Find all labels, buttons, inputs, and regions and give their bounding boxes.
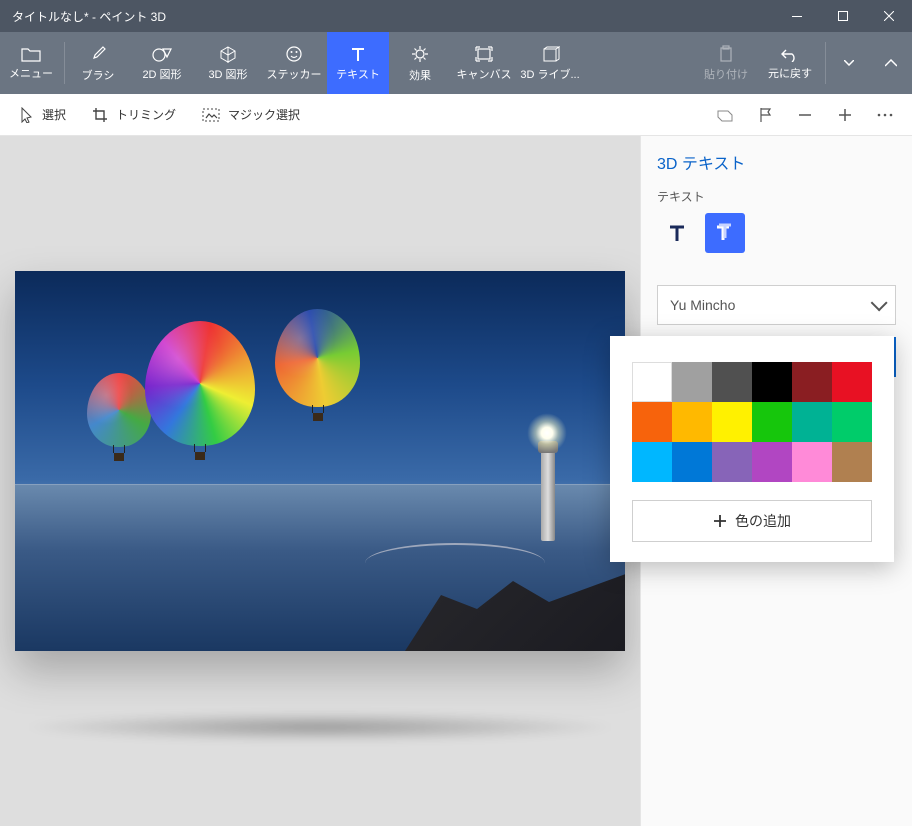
side-panel: 3D テキスト テキスト Yu Mincho 48 xyxy=(640,136,912,826)
color-swatch[interactable] xyxy=(792,442,832,482)
zoom-out-button[interactable] xyxy=(788,101,822,129)
flag-button[interactable] xyxy=(748,101,782,129)
color-swatch[interactable] xyxy=(672,362,712,402)
crop-icon xyxy=(92,107,108,123)
ribbon-label: ブラシ xyxy=(82,67,115,83)
select-tool[interactable]: 選択 xyxy=(10,102,76,127)
select-label: 選択 xyxy=(42,106,66,123)
color-swatch[interactable] xyxy=(752,402,792,442)
color-swatch-grid xyxy=(632,362,872,482)
color-swatch[interactable] xyxy=(712,362,752,402)
chevron-down-icon xyxy=(871,294,888,311)
ribbon-effects[interactable]: 効果 xyxy=(389,32,451,94)
text-2d-icon xyxy=(666,222,688,244)
ribbon-brushes[interactable]: ブラシ xyxy=(67,32,129,94)
color-swatch[interactable] xyxy=(832,362,872,402)
section-label-text: テキスト xyxy=(657,188,896,205)
more-button[interactable] xyxy=(868,101,902,129)
color-swatch[interactable] xyxy=(712,402,752,442)
brush-icon xyxy=(88,44,108,64)
magic-select-icon xyxy=(202,108,220,122)
color-swatch[interactable] xyxy=(832,402,872,442)
color-swatch[interactable] xyxy=(792,362,832,402)
color-swatch[interactable] xyxy=(632,442,672,482)
ribbon-paste: 貼り付け xyxy=(695,32,757,94)
magic-label: マジック選択 xyxy=(228,106,300,123)
plus-icon xyxy=(713,514,727,528)
paste-icon xyxy=(717,45,735,63)
ribbon-label: 3D ライブ... xyxy=(520,66,579,82)
color-swatch[interactable] xyxy=(752,442,792,482)
crop-tool[interactable]: トリミング xyxy=(82,102,186,127)
magic-select-tool[interactable]: マジック選択 xyxy=(192,102,310,127)
undo-icon xyxy=(780,46,800,62)
ribbon-label: 元に戻す xyxy=(768,65,812,81)
crop-label: トリミング xyxy=(116,106,176,123)
shapes-2d-icon xyxy=(151,45,173,63)
text-2d-button[interactable] xyxy=(657,213,697,253)
menu-button[interactable]: メニュー xyxy=(0,32,62,94)
color-swatch[interactable] xyxy=(632,362,672,402)
workspace: 3D テキスト テキスト Yu Mincho 48 xyxy=(0,136,912,826)
close-button[interactable] xyxy=(866,0,912,32)
ribbon-canvas[interactable]: キャンバス xyxy=(451,32,517,94)
sub-toolbar: 選択 トリミング マジック選択 xyxy=(0,94,912,136)
color-swatch[interactable] xyxy=(792,402,832,442)
color-swatch[interactable] xyxy=(712,442,752,482)
color-palette-popup: 色の追加 xyxy=(610,336,894,562)
text-icon xyxy=(349,45,367,63)
view-3d-button[interactable] xyxy=(708,101,742,129)
minimize-button[interactable] xyxy=(774,0,820,32)
font-value: Yu Mincho xyxy=(670,297,735,313)
ribbon: メニュー ブラシ 2D 図形 3D 図形 ステッカー テキスト 効果 キャンバス… xyxy=(0,32,912,94)
library-icon xyxy=(540,45,560,63)
add-color-button[interactable]: 色の追加 xyxy=(632,500,872,542)
folder-icon xyxy=(21,46,41,62)
ribbon-label: 2D 図形 xyxy=(142,66,181,82)
ribbon-label: ステッカー xyxy=(267,66,322,82)
history-dropdown[interactable] xyxy=(828,32,870,94)
maximize-button[interactable] xyxy=(820,0,866,32)
add-color-label: 色の追加 xyxy=(735,511,791,531)
ribbon-text[interactable]: テキスト xyxy=(327,32,389,94)
window-title: タイトルなし* - ペイント 3D xyxy=(12,8,774,25)
ribbon-2d-shapes[interactable]: 2D 図形 xyxy=(129,32,195,94)
color-swatch[interactable] xyxy=(672,442,712,482)
canvas-image xyxy=(15,271,625,651)
ribbon-label: 効果 xyxy=(409,67,431,83)
window-titlebar: タイトルなし* - ペイント 3D xyxy=(0,0,912,32)
color-swatch[interactable] xyxy=(672,402,712,442)
sticker-icon xyxy=(285,45,303,63)
text-3d-icon xyxy=(713,221,737,245)
panel-title: 3D テキスト xyxy=(657,150,896,174)
font-select[interactable]: Yu Mincho xyxy=(657,285,896,325)
color-swatch[interactable] xyxy=(832,442,872,482)
canvas-icon xyxy=(474,45,494,63)
color-swatch[interactable] xyxy=(752,362,792,402)
menu-label: メニュー xyxy=(9,65,53,81)
ribbon-3d-shapes[interactable]: 3D 図形 xyxy=(195,32,261,94)
zoom-in-button[interactable] xyxy=(828,101,862,129)
ribbon-label: 3D 図形 xyxy=(208,66,247,82)
collapse-ribbon[interactable] xyxy=(870,32,912,94)
text-3d-button[interactable] xyxy=(705,213,745,253)
ribbon-label: テキスト xyxy=(336,66,380,82)
ribbon-3d-library[interactable]: 3D ライブ... xyxy=(517,32,583,94)
canvas-area[interactable] xyxy=(0,136,640,826)
ribbon-undo[interactable]: 元に戻す xyxy=(757,32,823,94)
shapes-3d-icon xyxy=(218,45,238,63)
color-swatch[interactable] xyxy=(632,402,672,442)
effects-icon xyxy=(410,44,430,64)
ribbon-stickers[interactable]: ステッカー xyxy=(261,32,327,94)
ribbon-label: 貼り付け xyxy=(704,66,748,82)
ribbon-label: キャンバス xyxy=(457,66,512,82)
pointer-icon xyxy=(20,107,34,123)
